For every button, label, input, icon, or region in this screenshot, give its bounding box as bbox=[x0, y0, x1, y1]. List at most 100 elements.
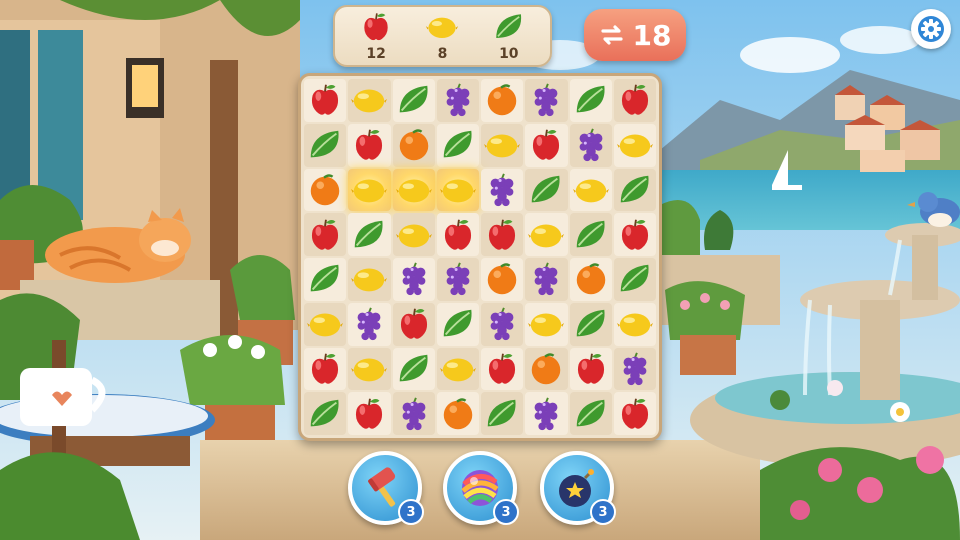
board-cell[interactable] bbox=[348, 392, 391, 435]
board-cell[interactable] bbox=[348, 79, 391, 122]
board-cell[interactable] bbox=[436, 168, 479, 212]
board-cell[interactable] bbox=[304, 213, 347, 256]
lemon-icon bbox=[351, 179, 388, 203]
board-cell[interactable] bbox=[348, 347, 391, 391]
board-cell[interactable] bbox=[348, 302, 391, 346]
board-cell[interactable] bbox=[569, 258, 612, 301]
board-cell[interactable] bbox=[304, 258, 347, 301]
leaf-icon bbox=[355, 220, 383, 247]
settings-button[interactable] bbox=[911, 9, 951, 49]
board-cell[interactable] bbox=[392, 123, 435, 167]
board-cell[interactable] bbox=[613, 302, 656, 346]
goal-leaf: 10 bbox=[483, 10, 535, 62]
leaf-icon bbox=[399, 86, 428, 113]
board-cell[interactable] bbox=[392, 347, 435, 391]
leaf-icon bbox=[487, 399, 516, 426]
board-cell[interactable] bbox=[481, 213, 524, 256]
apple-icon bbox=[400, 308, 427, 339]
board-cell[interactable] bbox=[436, 302, 479, 346]
grape-icon bbox=[446, 262, 470, 296]
board-cell[interactable] bbox=[348, 123, 391, 167]
board-cell[interactable] bbox=[481, 123, 524, 167]
goal-apple: 12 bbox=[350, 10, 402, 62]
booster-hammer[interactable]: 3 bbox=[348, 451, 424, 525]
board-cell[interactable] bbox=[569, 302, 612, 346]
grape-icon bbox=[579, 128, 603, 162]
board-cell[interactable] bbox=[569, 213, 612, 256]
board-cell[interactable] bbox=[392, 258, 435, 301]
board-cell[interactable] bbox=[304, 347, 347, 391]
board-cell[interactable] bbox=[304, 168, 347, 212]
board-cell[interactable] bbox=[436, 123, 479, 167]
board-cell[interactable] bbox=[525, 79, 568, 122]
apple-icon bbox=[364, 13, 388, 41]
board-cell[interactable] bbox=[613, 392, 656, 435]
lemon-icon bbox=[439, 179, 476, 203]
board-cell[interactable] bbox=[481, 392, 524, 435]
board-cell[interactable] bbox=[481, 302, 524, 346]
leaf-icon bbox=[620, 265, 649, 292]
board-cell[interactable] bbox=[436, 213, 479, 256]
booster-hammer-count: 3 bbox=[398, 499, 424, 525]
board-cell[interactable] bbox=[304, 123, 347, 167]
board-cell[interactable] bbox=[525, 347, 568, 391]
board-cell[interactable] bbox=[304, 392, 347, 435]
leaf-icon bbox=[443, 130, 472, 158]
board-cell[interactable] bbox=[348, 168, 391, 212]
booster-bomb[interactable]: 3 bbox=[540, 451, 616, 525]
board-cell[interactable] bbox=[613, 79, 656, 122]
apple-icon bbox=[312, 353, 339, 384]
board-cell[interactable] bbox=[436, 347, 479, 391]
board-cell[interactable] bbox=[613, 123, 656, 167]
lemon-icon bbox=[528, 313, 565, 337]
board-cell[interactable] bbox=[304, 302, 347, 346]
board-cell[interactable] bbox=[304, 79, 347, 122]
board-cell[interactable] bbox=[569, 392, 612, 435]
board-cell[interactable] bbox=[613, 347, 656, 391]
leaf-icon bbox=[576, 86, 605, 113]
board-cell[interactable] bbox=[613, 168, 656, 212]
board-cell[interactable] bbox=[392, 392, 435, 435]
board-cell[interactable] bbox=[525, 302, 568, 346]
lemon-icon bbox=[395, 224, 432, 247]
lemon-icon bbox=[528, 224, 565, 247]
lemon-icon bbox=[351, 89, 388, 113]
board-cell[interactable] bbox=[569, 79, 612, 122]
board-cell[interactable] bbox=[481, 168, 524, 212]
goal-lemon: 8 bbox=[416, 10, 468, 62]
board-cell[interactable] bbox=[525, 123, 568, 167]
board-cell[interactable] bbox=[525, 258, 568, 301]
board-cell[interactable] bbox=[436, 258, 479, 301]
leaf-icon bbox=[310, 130, 339, 158]
goals-panel: 12 8 10 bbox=[333, 5, 552, 67]
leaf-icon bbox=[576, 309, 605, 337]
board-cell[interactable] bbox=[613, 213, 656, 256]
board-cell[interactable] bbox=[481, 258, 524, 301]
board-cell[interactable] bbox=[392, 79, 435, 122]
board-cell[interactable] bbox=[481, 79, 524, 122]
gear-icon bbox=[918, 16, 944, 42]
board-cell[interactable] bbox=[525, 213, 568, 256]
board-cell[interactable] bbox=[569, 123, 612, 167]
board-cell[interactable] bbox=[613, 258, 656, 301]
board-cell[interactable] bbox=[392, 213, 435, 256]
board-cell[interactable] bbox=[392, 168, 435, 212]
leaf-icon bbox=[399, 354, 428, 382]
board-cell[interactable] bbox=[348, 258, 391, 301]
lemon-icon bbox=[307, 313, 344, 337]
board-cell[interactable] bbox=[525, 168, 568, 212]
board-cell[interactable] bbox=[436, 392, 479, 435]
board-cell[interactable] bbox=[481, 347, 524, 391]
leaf-icon bbox=[443, 309, 472, 337]
board-cell[interactable] bbox=[348, 213, 391, 256]
board-cell[interactable] bbox=[569, 168, 612, 212]
leaf-icon bbox=[576, 399, 605, 426]
apple-icon bbox=[621, 398, 648, 429]
board-cell[interactable] bbox=[436, 79, 479, 122]
orange-icon bbox=[310, 174, 340, 206]
board-cell[interactable] bbox=[392, 302, 435, 346]
grape-icon bbox=[534, 397, 558, 430]
board-cell[interactable] bbox=[569, 347, 612, 391]
board-cell[interactable] bbox=[525, 392, 568, 435]
booster-rainbow-ball[interactable]: 3 bbox=[443, 451, 519, 525]
